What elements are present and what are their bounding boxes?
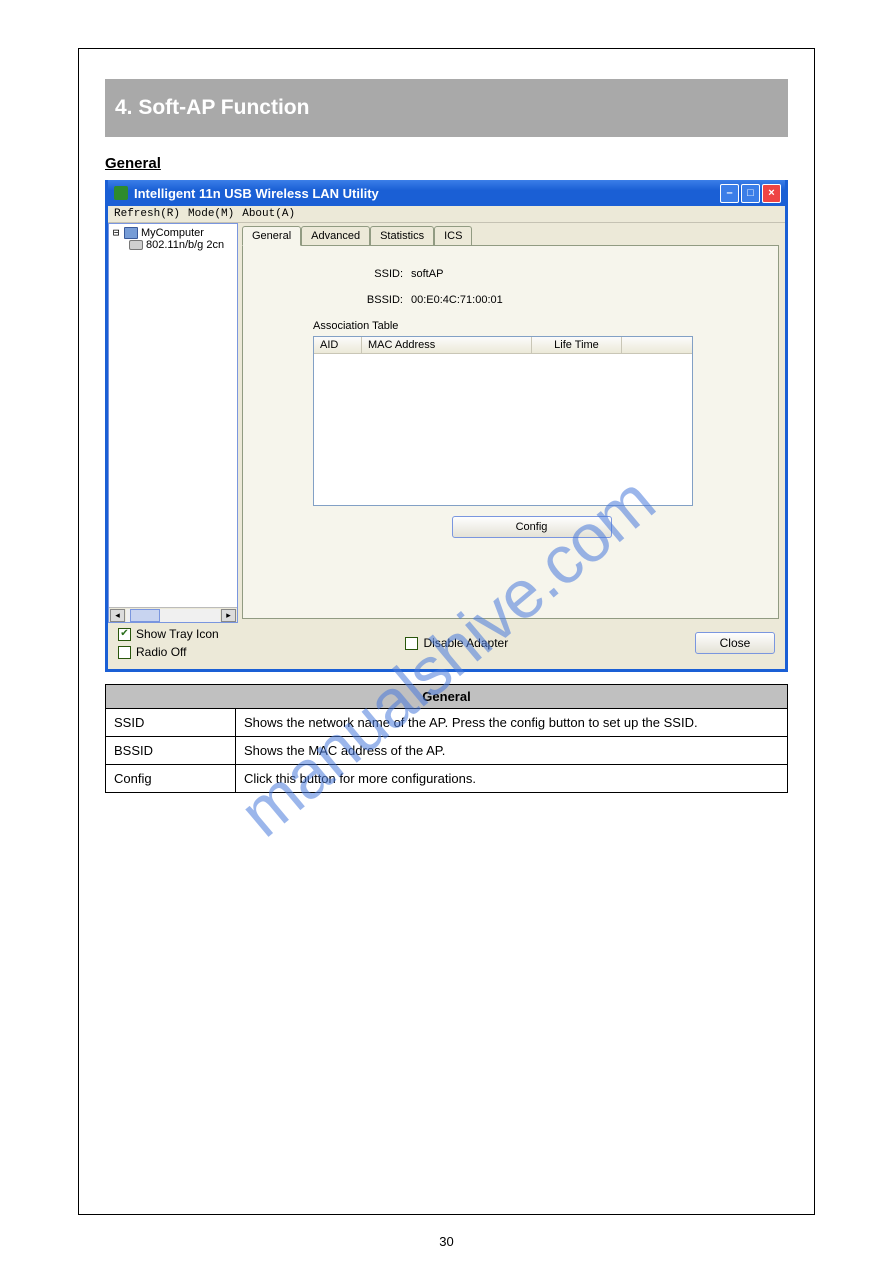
menubar: Refresh(R) Mode(M) About(A): [108, 206, 785, 223]
col-mac[interactable]: MAC Address: [362, 337, 532, 353]
bssid-label: BSSID:: [343, 294, 403, 306]
table-header-row: General: [106, 685, 788, 709]
app-icon: [114, 186, 128, 200]
table-row: BSSID Shows the MAC address of the AP.: [106, 737, 788, 765]
radio-off-label: Radio Off: [136, 645, 186, 659]
tree-root-label: MyComputer: [141, 227, 204, 239]
close-window-button[interactable]: ×: [762, 184, 781, 203]
tab-pane: General Advanced Statistics ICS SSID: so…: [240, 223, 785, 623]
radio-off-checkbox[interactable]: Radio Off: [118, 645, 219, 659]
table-value: Click this button for more configuration…: [236, 765, 788, 793]
bottom-bar: Show Tray Icon Radio Off Disable Adapter…: [108, 623, 785, 669]
collapse-icon[interactable]: ⊟: [111, 226, 121, 239]
menu-refresh[interactable]: Refresh(R): [114, 208, 180, 220]
table-key: BSSID: [106, 737, 236, 765]
table-header-cell: General: [106, 685, 788, 709]
table-key: SSID: [106, 709, 236, 737]
section-title: General: [105, 155, 788, 172]
disable-adapter-checkbox[interactable]: Disable Adapter: [405, 636, 508, 650]
disable-adapter-label: Disable Adapter: [423, 636, 508, 650]
table-row: Config Click this button for more config…: [106, 765, 788, 793]
chapter-heading-bar: 4. Soft-AP Function: [105, 79, 788, 137]
show-tray-label: Show Tray Icon: [136, 627, 219, 641]
tab-statistics[interactable]: Statistics: [370, 226, 434, 246]
scroll-right-button[interactable]: ▸: [221, 609, 236, 622]
table-value: Shows the network name of the AP. Press …: [236, 709, 788, 737]
col-aid[interactable]: AID: [314, 337, 362, 353]
page-border: 4. Soft-AP Function General Intelligent …: [78, 48, 815, 1215]
tree-root-row[interactable]: ⊟ MyComputer: [111, 226, 235, 239]
checkbox-icon: [118, 646, 131, 659]
tab-strip: General Advanced Statistics ICS: [240, 223, 785, 245]
tab-ics[interactable]: ICS: [434, 226, 472, 246]
table-value: Shows the MAC address of the AP.: [236, 737, 788, 765]
table-key: Config: [106, 765, 236, 793]
menu-mode[interactable]: Mode(M): [188, 208, 234, 220]
show-tray-checkbox[interactable]: Show Tray Icon: [118, 627, 219, 641]
col-lifetime[interactable]: Life Time: [532, 337, 622, 353]
ssid-label: SSID:: [343, 268, 403, 280]
association-table[interactable]: AID MAC Address Life Time: [313, 336, 693, 506]
tab-body: SSID: softAP BSSID: 00:E0:4C:71:00:01 As…: [242, 245, 779, 619]
window-buttons: – □ ×: [720, 184, 781, 203]
client-area: ⊟ MyComputer 802.11n/b/g 2cn ◂ ▸: [108, 223, 785, 623]
page-number: 30: [439, 1234, 453, 1249]
association-table-title: Association Table: [313, 320, 750, 332]
table-row: SSID Shows the network name of the AP. P…: [106, 709, 788, 737]
adapter-icon: [129, 240, 143, 250]
scroll-thumb[interactable]: [130, 609, 160, 622]
device-tree[interactable]: ⊟ MyComputer 802.11n/b/g 2cn ◂ ▸: [108, 223, 238, 623]
minimize-button[interactable]: –: [720, 184, 739, 203]
tab-general[interactable]: General: [242, 226, 301, 246]
scroll-left-button[interactable]: ◂: [110, 609, 125, 622]
close-button[interactable]: Close: [695, 632, 775, 654]
app-window: Intelligent 11n USB Wireless LAN Utility…: [105, 180, 788, 672]
description-table: General SSID Shows the network name of t…: [105, 684, 788, 793]
config-button[interactable]: Config: [452, 516, 612, 538]
bssid-value: 00:E0:4C:71:00:01: [411, 294, 503, 306]
tab-advanced[interactable]: Advanced: [301, 226, 370, 246]
checkbox-icon: [405, 637, 418, 650]
computer-icon: [124, 227, 138, 239]
association-table-header: AID MAC Address Life Time: [314, 337, 692, 354]
tree-device-row[interactable]: 802.11n/b/g 2cn: [111, 239, 235, 251]
checkbox-icon: [118, 628, 131, 641]
titlebar[interactable]: Intelligent 11n USB Wireless LAN Utility…: [108, 180, 785, 206]
horizontal-scrollbar[interactable]: ◂ ▸: [109, 607, 237, 622]
tree-device-label: 802.11n/b/g 2cn: [146, 239, 224, 251]
window-title: Intelligent 11n USB Wireless LAN Utility: [134, 186, 379, 201]
menu-about[interactable]: About(A): [242, 208, 295, 220]
chapter-heading-text: 4. Soft-AP Function: [115, 96, 309, 120]
maximize-button[interactable]: □: [741, 184, 760, 203]
ssid-value: softAP: [411, 268, 443, 280]
scroll-track[interactable]: [126, 609, 220, 622]
